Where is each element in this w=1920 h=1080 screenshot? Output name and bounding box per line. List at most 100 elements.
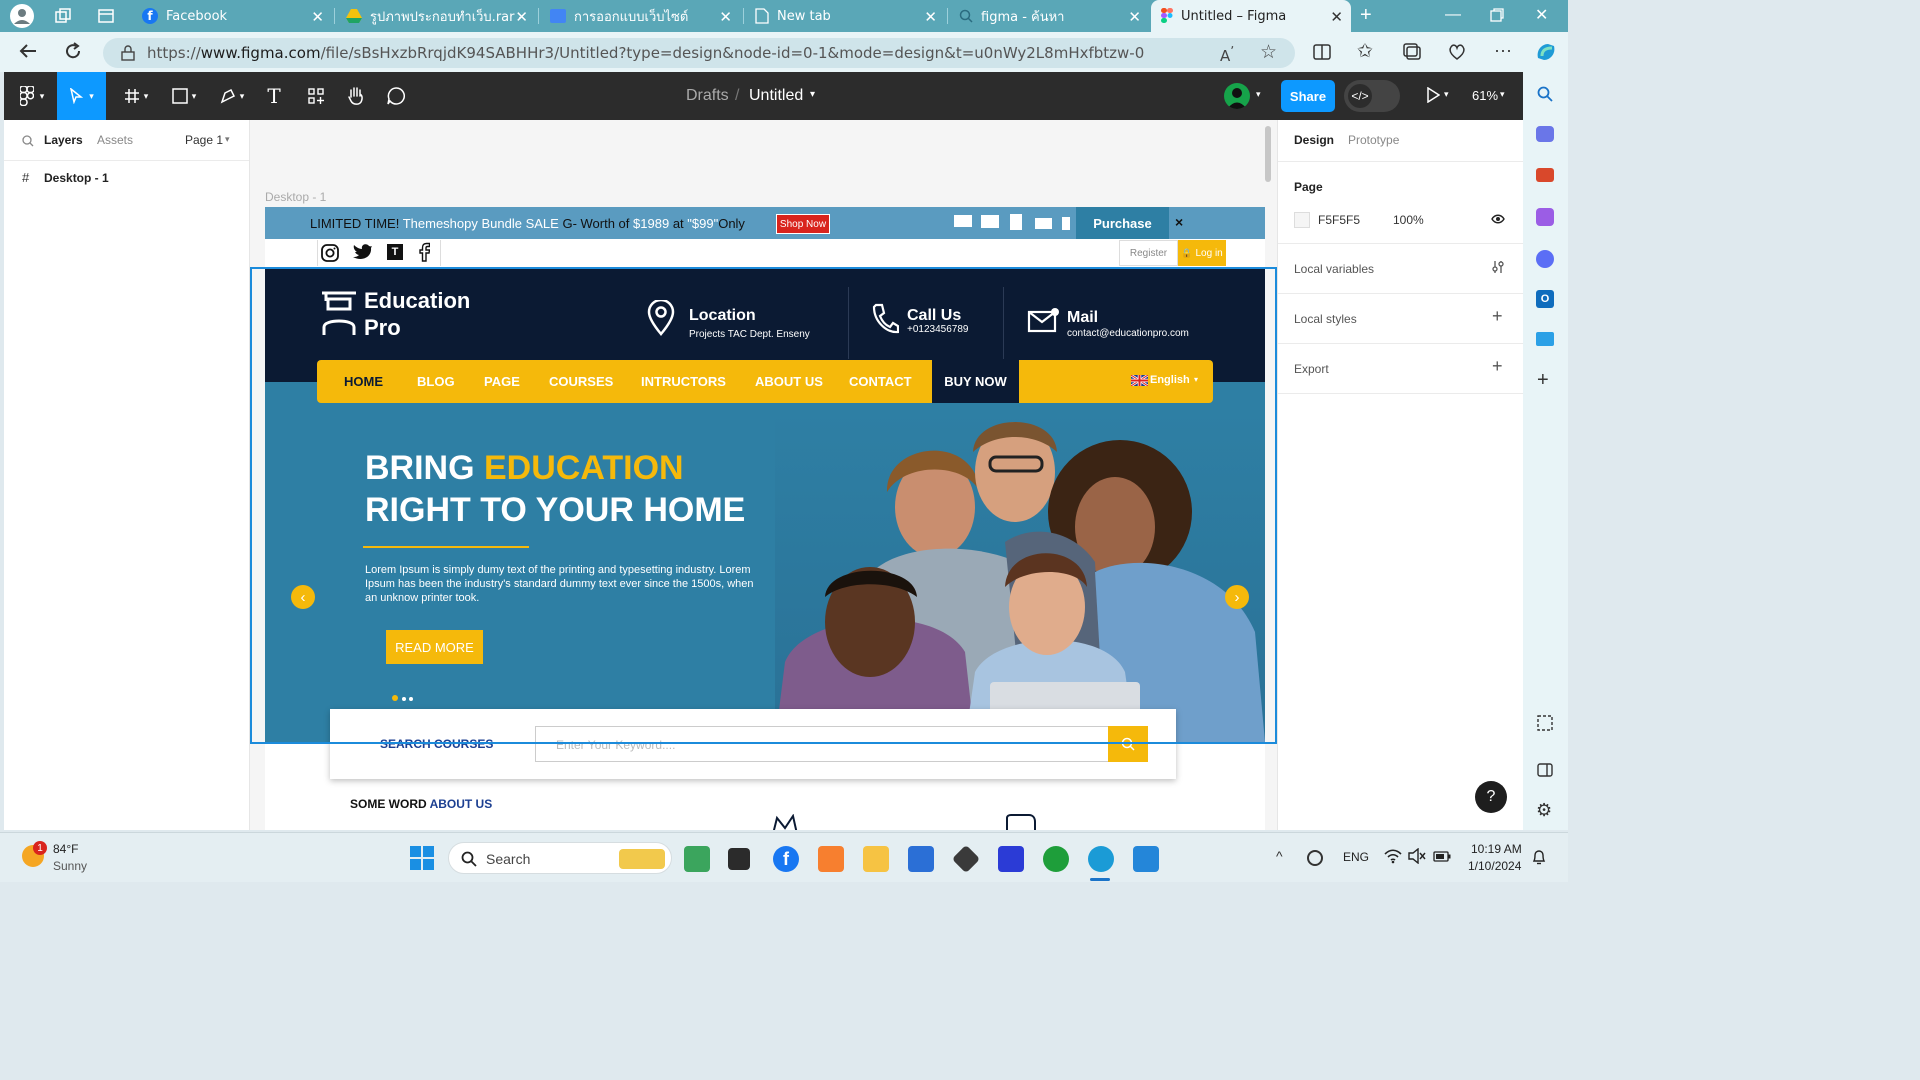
read-aloud-icon[interactable]: Aʼ xyxy=(1220,43,1234,65)
facebook-app-icon[interactable]: f xyxy=(773,846,799,872)
chevron-down-icon[interactable]: ▾ xyxy=(1256,89,1261,100)
vscode-app-icon[interactable] xyxy=(1133,846,1159,872)
device-tablet-icon[interactable] xyxy=(1010,214,1022,230)
layer-desktop-1[interactable]: Desktop - 1 xyxy=(44,171,109,185)
search-icon[interactable] xyxy=(22,135,34,147)
frame-tool-button[interactable]: ▾ xyxy=(116,72,156,120)
clock-time[interactable]: 10:19 AM xyxy=(1471,842,1522,856)
device-laptop-icon[interactable] xyxy=(981,215,999,228)
wifi-icon[interactable] xyxy=(1384,848,1402,864)
pen-app-icon[interactable] xyxy=(998,846,1024,872)
sidebar-tools-icon[interactable] xyxy=(1536,168,1554,182)
facebook-icon[interactable] xyxy=(418,242,430,262)
sidebar-copilot-icon[interactable] xyxy=(1536,250,1554,268)
close-window-icon[interactable]: ✕ xyxy=(1535,5,1548,25)
close-tab-icon[interactable]: ✕ xyxy=(311,8,324,26)
sidebar-tag-icon[interactable] xyxy=(1536,126,1554,142)
workspaces-icon[interactable] xyxy=(55,8,71,24)
restore-icon[interactable] xyxy=(1490,8,1504,22)
tab-facebook[interactable]: f Facebook ✕ xyxy=(132,0,332,32)
microsoft-store-icon[interactable] xyxy=(908,846,934,872)
dev-mode-toggle[interactable]: </> xyxy=(1344,80,1400,112)
xbox-app-icon[interactable] xyxy=(1043,846,1069,872)
unity-app-icon[interactable] xyxy=(951,844,981,874)
tab-layers[interactable]: Layers xyxy=(44,133,83,147)
device-mobile-icon[interactable] xyxy=(1062,217,1070,230)
register-link[interactable]: Register xyxy=(1119,240,1178,266)
copilot-icon[interactable] xyxy=(1534,40,1558,64)
text-tool-button[interactable]: T xyxy=(260,72,288,120)
add-style-plus-icon[interactable]: + xyxy=(1492,306,1503,327)
xampp-app-icon[interactable] xyxy=(818,846,844,872)
new-tab-icon[interactable]: + xyxy=(1360,4,1372,27)
tab-new-tab[interactable]: New tab ✕ xyxy=(745,0,945,32)
frame-label[interactable]: Desktop - 1 xyxy=(265,190,326,204)
windows-start-icon[interactable] xyxy=(410,846,434,870)
refresh-icon[interactable] xyxy=(63,41,83,61)
sidebar-panel-icon[interactable] xyxy=(1537,762,1553,778)
share-button[interactable]: Share xyxy=(1281,80,1335,112)
add-export-plus-icon[interactable]: + xyxy=(1492,356,1503,377)
shape-tool-button[interactable]: ▾ xyxy=(164,72,204,120)
split-screen-icon[interactable] xyxy=(1313,43,1331,61)
sidebar-settings-gear-icon[interactable]: ⚙ xyxy=(1536,800,1552,821)
sidebar-add-plus-icon[interactable]: + xyxy=(1537,369,1549,392)
design-canvas[interactable]: Desktop - 1 LIMITED TIME! Themeshopy Bun… xyxy=(250,120,1277,830)
device-tablet-landscape-icon[interactable] xyxy=(1035,218,1052,229)
close-tab-icon[interactable]: ✕ xyxy=(719,8,732,26)
copilot-app-icon[interactable] xyxy=(684,846,710,872)
chevron-down-icon[interactable]: ▾ xyxy=(1444,89,1449,100)
tab-assets[interactable]: Assets xyxy=(97,133,133,147)
promo-close-button[interactable]: × xyxy=(1175,214,1183,230)
close-tab-icon[interactable]: ✕ xyxy=(1128,8,1141,26)
notification-bell-icon[interactable] xyxy=(1532,849,1546,865)
more-options-icon[interactable]: ··· xyxy=(1494,40,1512,61)
tab-figma-search[interactable]: figma - ค้นหา ✕ xyxy=(949,0,1149,32)
tumblr-icon[interactable]: T xyxy=(387,244,403,260)
favorites-icon[interactable]: ✩ xyxy=(1357,40,1373,63)
input-language[interactable]: ENG xyxy=(1343,850,1369,864)
profile-avatar-icon[interactable] xyxy=(10,4,34,28)
canvas-scrollbar[interactable] xyxy=(1265,126,1271,182)
file-explorer-icon[interactable] xyxy=(863,846,889,872)
page-color-swatch[interactable] xyxy=(1294,212,1310,228)
move-tool-button[interactable]: ▾ xyxy=(57,72,106,120)
tab-figma-untitled[interactable]: Untitled – Figma ✕ xyxy=(1151,0,1351,32)
local-variables-label[interactable]: Local variables xyxy=(1294,262,1374,276)
page-opacity[interactable]: 100% xyxy=(1393,213,1424,227)
chevron-down-icon[interactable]: ▾ xyxy=(1500,89,1505,100)
tab-drive[interactable]: รูปภาพประกอบทำเว็บ.rar - G ✕ xyxy=(336,0,536,32)
favorite-star-icon[interactable]: ☆ xyxy=(1260,41,1277,63)
clock-date[interactable]: 1/10/2024 xyxy=(1468,859,1521,873)
show-hidden-icons-chevron-up-icon[interactable]: ^ xyxy=(1276,848,1283,864)
resources-button[interactable] xyxy=(302,72,330,120)
shop-now-button[interactable]: Shop Now xyxy=(776,214,830,234)
chevron-down-icon[interactable]: ▾ xyxy=(810,89,815,100)
weather-condition[interactable]: Sunny xyxy=(53,859,87,873)
back-icon[interactable] xyxy=(18,41,38,61)
browser-essentials-icon[interactable] xyxy=(1448,43,1466,61)
breadcrumb-drafts[interactable]: Drafts xyxy=(686,87,729,105)
sidebar-screenshot-icon[interactable] xyxy=(1537,715,1553,731)
battery-icon[interactable] xyxy=(1433,851,1451,862)
close-tab-icon[interactable]: ✕ xyxy=(924,8,937,26)
page-color-hex[interactable]: F5F5F5 xyxy=(1318,213,1360,227)
twitter-icon[interactable] xyxy=(353,243,373,261)
sidebar-search-icon[interactable] xyxy=(1537,86,1553,102)
help-question-icon[interactable]: ? xyxy=(1475,781,1507,813)
sidebar-games-icon[interactable] xyxy=(1536,208,1554,226)
page-selector[interactable]: Page 1 xyxy=(185,133,223,147)
address-bar[interactable]: https://www.figma.com/file/sBsHxzbRrqjdK… xyxy=(103,38,1295,68)
volume-muted-icon[interactable] xyxy=(1408,848,1426,864)
edge-browser-icon[interactable] xyxy=(1088,846,1114,872)
variables-sliders-icon[interactable] xyxy=(1491,260,1505,274)
main-menu-button[interactable]: ▾ xyxy=(12,72,52,120)
present-play-icon[interactable] xyxy=(1426,87,1440,103)
user-avatar[interactable] xyxy=(1224,83,1250,109)
network-globe-icon[interactable] xyxy=(1307,850,1323,866)
sidebar-send-icon[interactable] xyxy=(1536,332,1554,346)
collections-icon[interactable] xyxy=(1403,43,1421,61)
tab-classroom[interactable]: การออกแบบเว็บไซต์ ✕ xyxy=(540,0,740,32)
taskbar-search-box[interactable]: Search xyxy=(448,842,672,874)
comment-tool-button[interactable] xyxy=(382,72,410,120)
